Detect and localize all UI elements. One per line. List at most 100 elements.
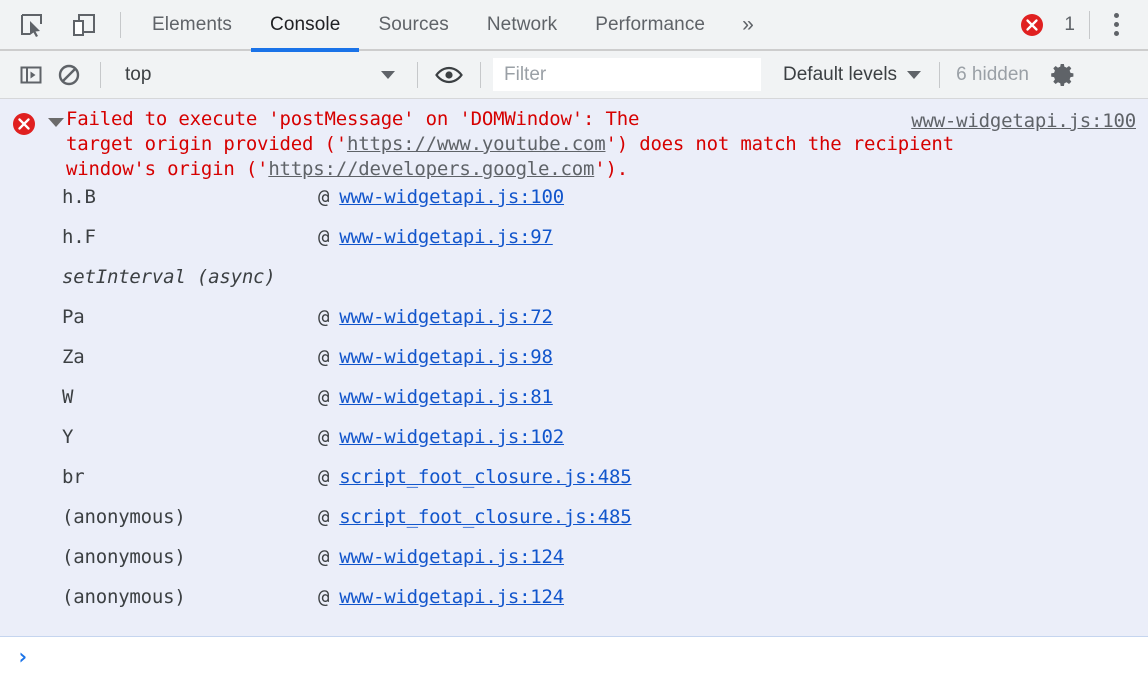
stack-frame-function: h.B: [62, 186, 318, 208]
error-line3-post: ').: [594, 158, 628, 180]
stack-frame-location[interactable]: www-widgetapi.js:81: [339, 386, 553, 408]
stack-frame-function: Pa: [62, 306, 318, 328]
stack-frame-at: @: [318, 186, 329, 208]
stack-frame-location[interactable]: script_foot_closure.js:485: [339, 466, 631, 488]
error-count-label: 1: [1064, 14, 1075, 36]
log-levels-label: Default levels: [783, 64, 897, 86]
stack-frame-function: br: [62, 466, 318, 488]
tab-bar-right-area: 1: [1020, 7, 1148, 43]
tab-network[interactable]: Network: [468, 0, 576, 50]
tab-performance[interactable]: Performance: [576, 0, 724, 50]
filter-divider: [939, 62, 940, 88]
inspect-element-icon[interactable]: [14, 8, 50, 42]
error-circle-icon: [12, 112, 36, 141]
stack-frame-function: Za: [62, 346, 318, 368]
stack-frame-async-boundary: setInterval (async): [0, 266, 1148, 306]
error-source-link[interactable]: www-widgetapi.js:100: [911, 110, 1136, 132]
stack-frame-at: @: [318, 386, 329, 408]
stack-frame-at: @: [318, 306, 329, 328]
stack-frame-at: @: [318, 426, 329, 448]
filter-input[interactable]: [493, 58, 761, 91]
tab-bar-right-divider: [1089, 11, 1090, 39]
stack-trace: h.B @ www-widgetapi.js:100 h.F @ www-wid…: [0, 182, 1148, 626]
stack-frame-location[interactable]: www-widgetapi.js:98: [339, 346, 553, 368]
filter-divider: [480, 62, 481, 88]
stack-frame-location[interactable]: www-widgetapi.js:97: [339, 226, 553, 248]
stack-frame-at: @: [318, 586, 329, 608]
more-tabs-icon[interactable]: »: [724, 0, 772, 50]
kebab-menu-icon[interactable]: [1096, 7, 1136, 43]
console-filter-toolbar: top Default levels 6 hidden: [0, 51, 1148, 99]
clear-console-icon[interactable]: [50, 58, 88, 92]
stack-frame: Za @ www-widgetapi.js:98: [0, 346, 1148, 386]
error-line2-post: ') does not match the recipient: [605, 133, 953, 155]
console-prompt[interactable]: ›: [0, 637, 1148, 679]
stack-frame: (anonymous) @ www-widgetapi.js:124: [0, 586, 1148, 626]
stack-frame-function: (anonymous): [62, 506, 318, 528]
stack-frame: Pa @ www-widgetapi.js:72: [0, 306, 1148, 346]
stack-frame: br @ script_foot_closure.js:485: [0, 466, 1148, 506]
stack-frame-at: @: [318, 466, 329, 488]
error-circle-icon: [1020, 13, 1044, 42]
stack-frame-at: @: [318, 226, 329, 248]
hidden-messages-label: 6 hidden: [956, 64, 1029, 86]
stack-frame: h.F @ www-widgetapi.js:97: [0, 226, 1148, 266]
error-count-badge[interactable]: 1: [1020, 8, 1089, 42]
stack-frame-function: W: [62, 386, 318, 408]
execution-context-value: top: [125, 64, 151, 86]
origin-link-youtube[interactable]: https://www.youtube.com: [347, 133, 606, 155]
stack-frame: h.B @ www-widgetapi.js:100: [0, 186, 1148, 226]
gear-icon[interactable]: [1043, 57, 1083, 93]
chevron-down-icon: [907, 71, 921, 79]
stack-frame: (anonymous) @ script_foot_closure.js:485: [0, 506, 1148, 546]
stack-frame-at: @: [318, 346, 329, 368]
tab-label: Performance: [595, 14, 705, 36]
stack-frame: Y @ www-widgetapi.js:102: [0, 426, 1148, 466]
devtools-tab-bar: Elements Console Sources Network Perform…: [0, 0, 1148, 51]
stack-frame-function: (anonymous): [62, 586, 318, 608]
tab-sources[interactable]: Sources: [359, 0, 467, 50]
error-line2-pre: target origin provided (': [66, 133, 347, 155]
stack-frame-at: @: [318, 506, 329, 528]
tab-label: Network: [487, 14, 557, 36]
stack-frame-at: @: [318, 546, 329, 568]
prompt-chevron-icon: ›: [16, 647, 29, 669]
origin-link-developers-google[interactable]: https://developers.google.com: [268, 158, 594, 180]
triangle-down-icon[interactable]: [48, 118, 64, 127]
stack-frame-location[interactable]: www-widgetapi.js:100: [339, 186, 564, 208]
console-error-entry[interactable]: Failed to execute 'postMessage' on 'DOMW…: [0, 99, 1148, 182]
filter-divider: [417, 62, 418, 88]
more-tabs-label: »: [742, 13, 754, 37]
tab-label: Elements: [152, 14, 232, 36]
stack-frame-function: (anonymous): [62, 546, 318, 568]
device-toolbar-icon[interactable]: [66, 8, 102, 42]
stack-frame-location[interactable]: www-widgetapi.js:102: [339, 426, 564, 448]
live-expression-eye-icon[interactable]: [430, 58, 468, 92]
stack-frame-location[interactable]: www-widgetapi.js:72: [339, 306, 553, 328]
stack-frame: W @ www-widgetapi.js:81: [0, 386, 1148, 426]
stack-frame-function: setInterval (async): [62, 266, 276, 288]
chevron-down-icon: [381, 71, 395, 79]
log-levels-dropdown[interactable]: Default levels: [777, 64, 927, 86]
stack-frame-function: Y: [62, 426, 318, 448]
tab-console[interactable]: Console: [251, 0, 359, 50]
stack-frame-function: h.F: [62, 226, 318, 248]
console-error-group: Failed to execute 'postMessage' on 'DOMW…: [0, 99, 1148, 637]
stack-frame-location[interactable]: www-widgetapi.js:124: [339, 546, 564, 568]
filter-divider: [100, 62, 101, 88]
kebab-dot: [1114, 22, 1119, 27]
tab-elements[interactable]: Elements: [133, 0, 251, 50]
tab-bar-divider: [120, 12, 121, 38]
tab-label: Sources: [378, 14, 448, 36]
kebab-dot: [1114, 13, 1119, 18]
stack-frame-location[interactable]: script_foot_closure.js:485: [339, 506, 631, 528]
execution-context-selector[interactable]: top: [113, 58, 405, 92]
error-line1: Failed to execute 'postMessage' on 'DOMW…: [66, 108, 639, 130]
stack-frame: (anonymous) @ www-widgetapi.js:124: [0, 546, 1148, 586]
stack-frame-location[interactable]: www-widgetapi.js:124: [339, 586, 564, 608]
tab-label: Console: [270, 14, 340, 36]
console-message-area[interactable]: Failed to execute 'postMessage' on 'DOMW…: [0, 99, 1148, 688]
tab-bar-left-icons: [0, 8, 102, 42]
error-line3-pre: window's origin (': [66, 158, 268, 180]
console-sidebar-icon[interactable]: [12, 58, 50, 92]
